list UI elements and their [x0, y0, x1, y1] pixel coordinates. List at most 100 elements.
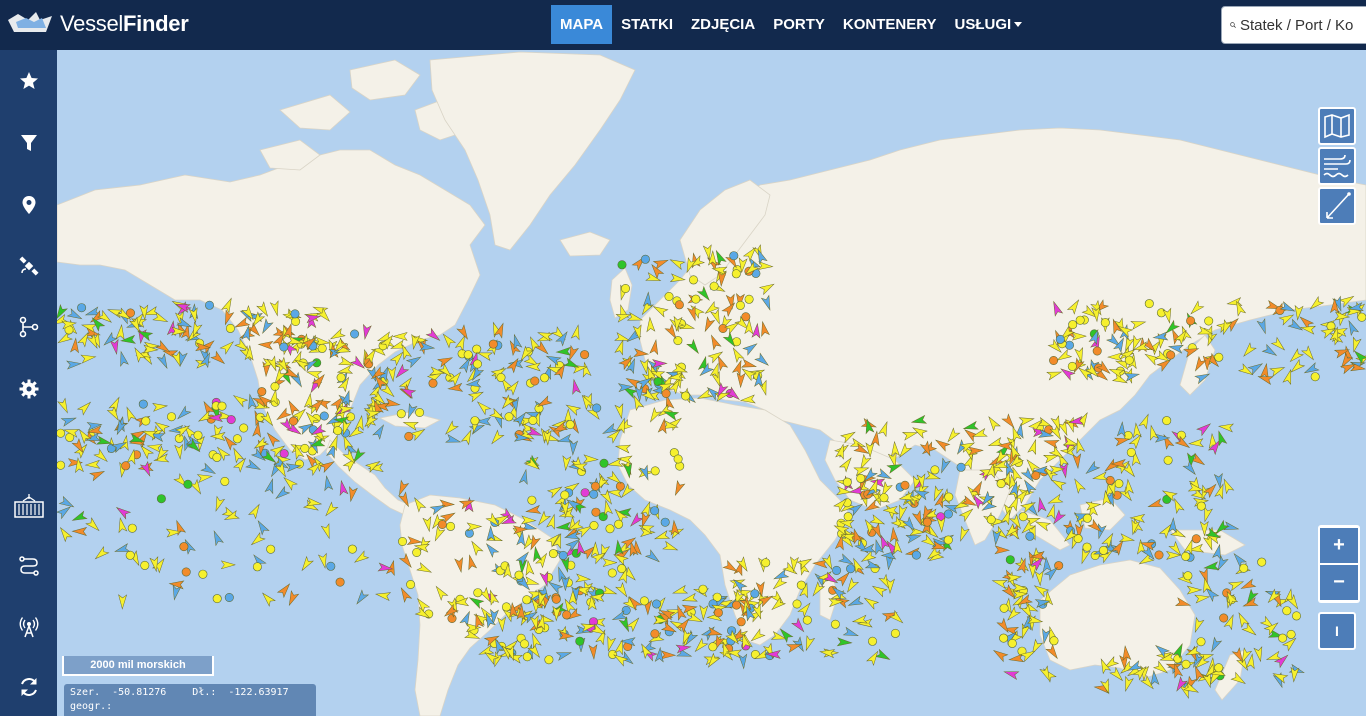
moving-vessel-marker[interactable]	[396, 479, 410, 496]
moving-vessel-marker[interactable]	[93, 545, 110, 562]
moving-vessel-marker[interactable]	[1241, 622, 1258, 638]
anchored-vessel-marker[interactable]	[501, 602, 511, 612]
moving-vessel-marker[interactable]	[210, 529, 224, 547]
moving-vessel-marker[interactable]	[445, 433, 462, 446]
anchored-vessel-marker[interactable]	[125, 550, 135, 560]
anchored-vessel-marker[interactable]	[589, 520, 599, 530]
anchored-vessel-marker[interactable]	[156, 494, 166, 504]
anchored-vessel-marker[interactable]	[544, 655, 554, 665]
moving-vessel-marker[interactable]	[113, 419, 128, 436]
moving-vessel-marker[interactable]	[652, 256, 669, 270]
moving-vessel-marker[interactable]	[615, 582, 630, 599]
anchored-vessel-marker[interactable]	[1082, 513, 1092, 523]
anchored-vessel-marker[interactable]	[1114, 479, 1124, 489]
anchored-vessel-marker[interactable]	[718, 323, 728, 333]
anchored-vessel-marker[interactable]	[1278, 633, 1288, 643]
moving-vessel-marker[interactable]	[109, 338, 120, 355]
anchored-vessel-marker[interactable]	[1191, 534, 1201, 544]
moving-vessel-marker[interactable]	[1147, 498, 1164, 511]
anchored-vessel-marker[interactable]	[713, 608, 723, 618]
nav-item-kontenery[interactable]: KONTENERY	[834, 5, 946, 44]
moving-vessel-marker[interactable]	[1116, 421, 1126, 437]
anchored-vessel-marker[interactable]	[729, 251, 739, 261]
anchored-vessel-marker[interactable]	[335, 577, 345, 587]
anchored-vessel-marker[interactable]	[605, 524, 615, 534]
anchored-vessel-marker[interactable]	[598, 512, 608, 522]
anchored-vessel-marker[interactable]	[741, 312, 751, 322]
moving-vessel-marker[interactable]	[555, 649, 572, 661]
anchored-vessel-marker[interactable]	[472, 359, 482, 369]
moving-vessel-marker[interactable]	[323, 501, 339, 518]
moving-vessel-marker[interactable]	[525, 504, 542, 515]
anchored-vessel-marker[interactable]	[709, 281, 719, 291]
anchored-vessel-marker[interactable]	[565, 420, 575, 430]
anchored-vessel-marker[interactable]	[673, 454, 683, 464]
moving-vessel-marker[interactable]	[89, 468, 106, 482]
anchored-vessel-marker[interactable]	[300, 443, 310, 453]
moving-vessel-marker[interactable]	[1287, 318, 1304, 333]
anchored-vessel-marker[interactable]	[900, 480, 910, 490]
nav-item-zdjecia[interactable]: ZDJĘCIA	[682, 5, 764, 44]
moving-vessel-marker[interactable]	[264, 478, 276, 495]
map-canvas[interactable]	[57, 50, 1366, 716]
moving-vessel-marker[interactable]	[1188, 438, 1204, 448]
moving-vessel-marker[interactable]	[1059, 462, 1070, 479]
moving-vessel-marker[interactable]	[443, 420, 459, 437]
moving-vessel-marker[interactable]	[992, 647, 1009, 663]
moving-vessel-marker[interactable]	[1103, 458, 1120, 474]
anchored-vessel-marker[interactable]	[930, 465, 940, 475]
moving-vessel-marker[interactable]	[255, 519, 270, 536]
anchored-vessel-marker[interactable]	[496, 372, 506, 382]
moving-vessel-marker[interactable]	[354, 414, 365, 431]
anchored-vessel-marker[interactable]	[350, 329, 360, 339]
moving-vessel-marker[interactable]	[85, 517, 102, 533]
anchored-vessel-marker[interactable]	[317, 343, 327, 353]
measure-button[interactable]	[1318, 187, 1356, 225]
anchored-vessel-marker[interactable]	[591, 507, 601, 517]
moving-vessel-marker[interactable]	[168, 580, 185, 590]
weather-button[interactable]	[1318, 147, 1356, 185]
vesselfinder-logo[interactable]: VesselFinder	[6, 10, 189, 38]
anchored-vessel-marker[interactable]	[519, 639, 529, 649]
nav-item-uslugi[interactable]: USŁUGI	[946, 5, 1032, 44]
anchored-vessel-marker[interactable]	[488, 339, 498, 349]
anchored-vessel-marker[interactable]	[681, 391, 691, 401]
anchored-vessel-marker[interactable]	[279, 342, 289, 352]
moving-vessel-marker[interactable]	[489, 429, 505, 446]
moving-vessel-marker[interactable]	[276, 581, 293, 599]
moving-vessel-marker[interactable]	[862, 595, 880, 610]
anchored-vessel-marker[interactable]	[514, 570, 524, 580]
moving-vessel-marker[interactable]	[662, 540, 679, 553]
moving-vessel-marker[interactable]	[475, 399, 492, 416]
anchored-vessel-marker[interactable]	[1214, 352, 1224, 362]
anchored-vessel-marker[interactable]	[1126, 447, 1136, 457]
anchored-vessel-marker[interactable]	[232, 434, 242, 444]
anchored-vessel-marker[interactable]	[336, 372, 346, 382]
track-icon[interactable]	[0, 546, 57, 586]
moving-vessel-marker[interactable]	[1256, 318, 1269, 335]
anchored-vessel-marker[interactable]	[217, 401, 227, 411]
moving-vessel-marker[interactable]	[529, 632, 542, 649]
star-icon[interactable]	[0, 61, 57, 101]
anchored-vessel-marker[interactable]	[1214, 663, 1224, 673]
moving-vessel-marker[interactable]	[570, 378, 582, 395]
moving-vessel-marker[interactable]	[1235, 611, 1250, 629]
anchored-vessel-marker[interactable]	[193, 430, 203, 440]
anchored-vessel-marker[interactable]	[428, 378, 438, 388]
anchored-vessel-marker[interactable]	[1310, 372, 1320, 382]
anchored-vessel-marker[interactable]	[1292, 611, 1302, 621]
anchored-vessel-marker[interactable]	[956, 462, 966, 472]
moving-vessel-marker[interactable]	[604, 635, 617, 652]
moving-vessel-marker[interactable]	[602, 558, 618, 568]
anchored-vessel-marker[interactable]	[1166, 350, 1176, 360]
moving-vessel-marker[interactable]	[555, 521, 572, 531]
moving-vessel-marker[interactable]	[245, 459, 262, 473]
anchored-vessel-marker[interactable]	[1162, 416, 1172, 426]
anchored-vessel-marker[interactable]	[183, 479, 193, 489]
anchored-vessel-marker[interactable]	[879, 493, 889, 503]
moving-vessel-marker[interactable]	[569, 440, 579, 456]
world-map[interactable]	[57, 50, 1366, 716]
moving-vessel-marker[interactable]	[645, 272, 662, 285]
anchored-vessel-marker[interactable]	[750, 589, 760, 599]
anchored-vessel-marker[interactable]	[1196, 501, 1206, 511]
